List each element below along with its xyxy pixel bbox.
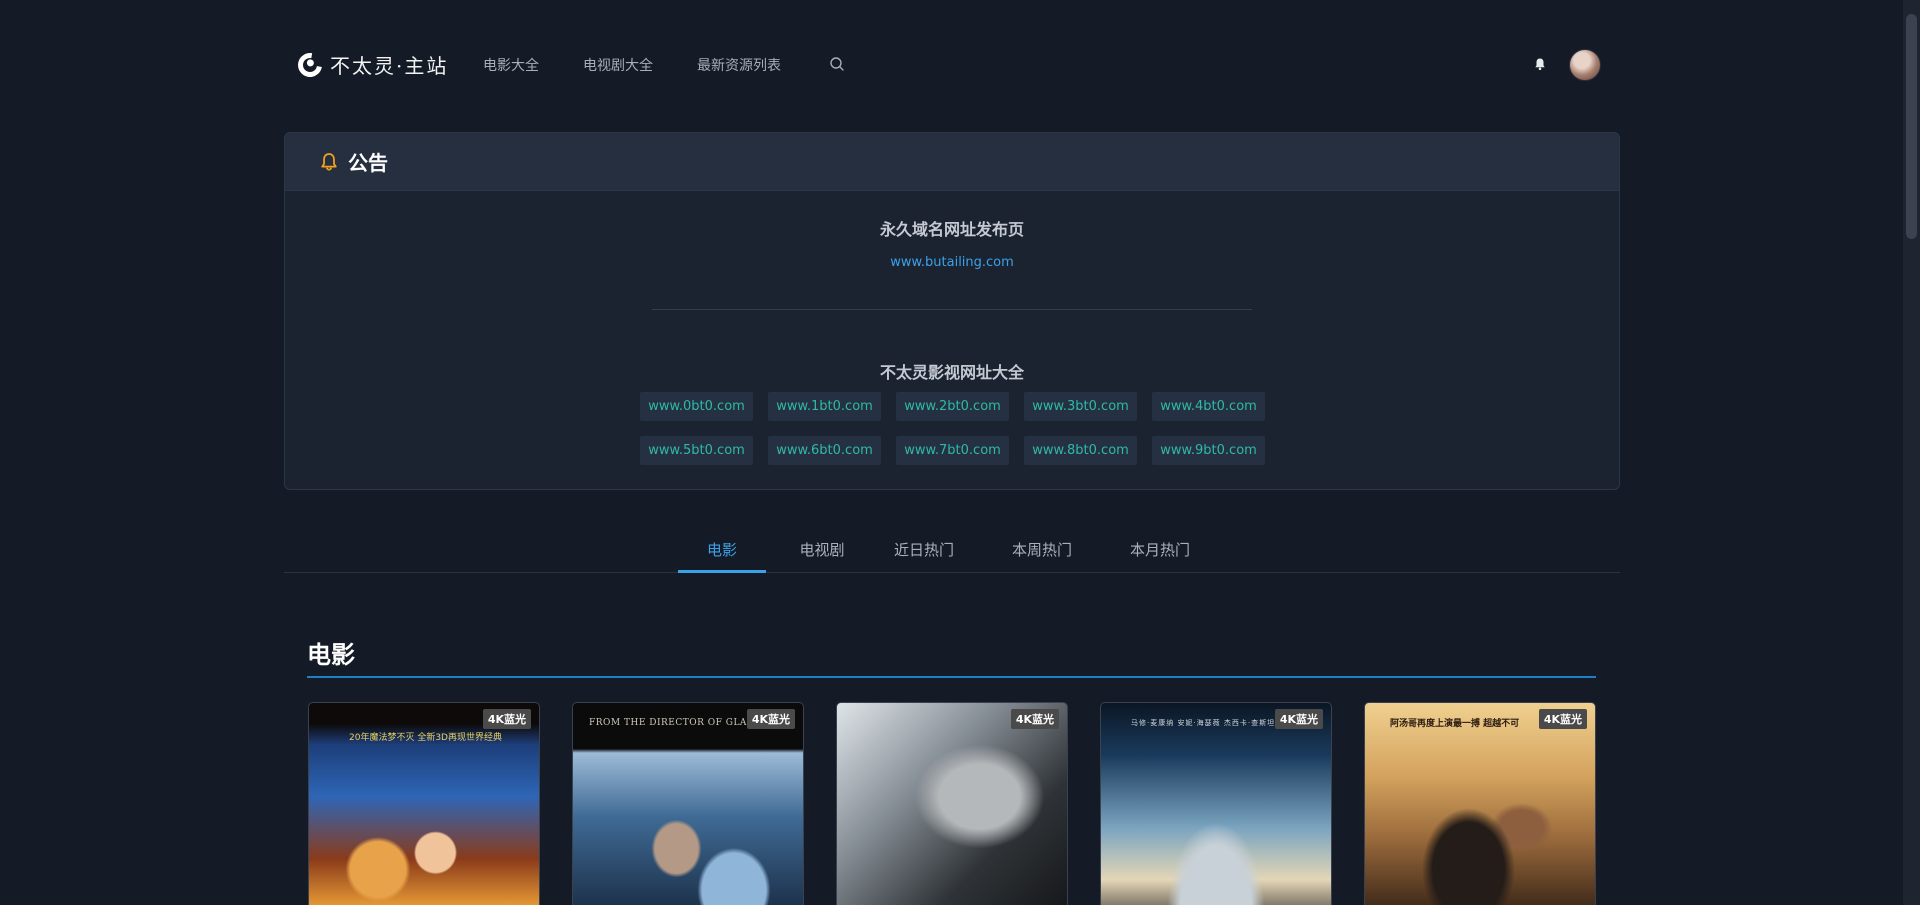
quality-badge: 4K蓝光 xyxy=(1538,709,1587,729)
poster-tagline: FROM THE DIRECTOR OF GLAD xyxy=(589,718,755,728)
category-tabs: 电影 电视剧 近日热门 本周热门 本月热门 xyxy=(284,532,1620,573)
top-header: 不太灵·主站 电影大全 电视剧大全 最新资源列表 xyxy=(0,0,1903,130)
mirror-sites-title: 不太灵影视网址大全 xyxy=(879,363,1024,382)
permanent-domain-link[interactable]: www.butailing.com xyxy=(285,255,1619,270)
mirror-link[interactable]: www.8bt0.com xyxy=(1024,436,1137,465)
permanent-domain-title: 永久域名网址发布页 xyxy=(879,220,1024,239)
site-logo[interactable]: 不太灵·主站 xyxy=(293,47,449,82)
main-nav: 电影大全 电视剧大全 最新资源列表 xyxy=(483,55,825,75)
mirror-link[interactable]: www.1bt0.com xyxy=(768,392,881,421)
poster-tagline: 马修·麦康纳 安妮·海瑟薇 杰西卡·查斯坦 迈克 xyxy=(1131,719,1295,727)
tab-tv-series[interactable]: 电视剧 xyxy=(784,532,860,573)
nav-movies[interactable]: 电影大全 xyxy=(483,55,539,75)
movie-poster-card[interactable]: 20年魔法梦不灭 全新3D再现世界经典 4K蓝光 xyxy=(308,702,540,905)
nav-tv-series[interactable]: 电视剧大全 xyxy=(583,55,653,75)
mirror-link[interactable]: www.5bt0.com xyxy=(640,436,753,465)
mirror-link[interactable]: www.2bt0.com xyxy=(896,392,1009,421)
section-underline xyxy=(307,676,1596,678)
mirror-link[interactable]: www.7bt0.com xyxy=(896,436,1009,465)
quality-badge: 4K蓝光 xyxy=(746,709,795,729)
bell-icon xyxy=(321,152,337,171)
tab-monthly-hot[interactable]: 本月热门 xyxy=(1120,532,1200,573)
tab-weekly-hot[interactable]: 本周热门 xyxy=(1002,532,1082,573)
poster-tagline: 20年魔法梦不灭 全新3D再现世界经典 xyxy=(349,733,502,743)
mirror-link[interactable]: www.0bt0.com xyxy=(640,392,753,421)
notice-divider xyxy=(652,309,1252,310)
section-title: 电影 xyxy=(307,641,355,669)
movie-poster-card[interactable]: 4K蓝光 xyxy=(836,702,1068,905)
user-avatar[interactable] xyxy=(1569,49,1601,81)
announcement-panel: 公告 永久域名网址发布页 www.butailing.com 不太灵影视网址大全… xyxy=(284,132,1620,490)
mirror-link[interactable]: www.9bt0.com xyxy=(1152,436,1265,465)
logo-icon xyxy=(293,47,327,82)
logo-text: 不太灵·主站 xyxy=(330,54,449,78)
tab-movies[interactable]: 电影 xyxy=(678,532,766,573)
scrollbar-thumb[interactable] xyxy=(1906,14,1917,239)
mirror-link[interactable]: www.3bt0.com xyxy=(1024,392,1137,421)
notification-bell-icon[interactable] xyxy=(1533,57,1547,71)
mirror-row-2: www.5bt0.com www.6bt0.com www.7bt0.com w… xyxy=(640,436,1280,465)
quality-badge: 4K蓝光 xyxy=(482,709,531,729)
movie-poster-card[interactable]: 马修·麦康纳 安妮·海瑟薇 杰西卡·查斯坦 迈克 4K蓝光 xyxy=(1100,702,1332,905)
quality-badge: 4K蓝光 xyxy=(1274,709,1323,729)
page-scrollbar[interactable] xyxy=(1903,0,1920,905)
announcement-header: 公告 xyxy=(285,133,1619,191)
tab-daily-hot[interactable]: 近日热门 xyxy=(884,532,964,573)
search-icon[interactable] xyxy=(829,56,845,72)
nav-latest-resources[interactable]: 最新资源列表 xyxy=(697,55,781,75)
poster-tagline: 阿汤哥再度上演最一搏 超越不可 xyxy=(1390,719,1520,729)
movie-poster-card[interactable]: FROM THE DIRECTOR OF GLAD 4K蓝光 xyxy=(572,702,804,905)
quality-badge: 4K蓝光 xyxy=(1010,709,1059,729)
announcement-title: 公告 xyxy=(348,151,388,175)
mirror-link[interactable]: www.6bt0.com xyxy=(768,436,881,465)
mirror-link[interactable]: www.4bt0.com xyxy=(1152,392,1265,421)
mirror-row-1: www.0bt0.com www.1bt0.com www.2bt0.com w… xyxy=(640,392,1280,421)
movie-poster-card[interactable]: 阿汤哥再度上演最一搏 超越不可 4K蓝光 xyxy=(1364,702,1596,905)
